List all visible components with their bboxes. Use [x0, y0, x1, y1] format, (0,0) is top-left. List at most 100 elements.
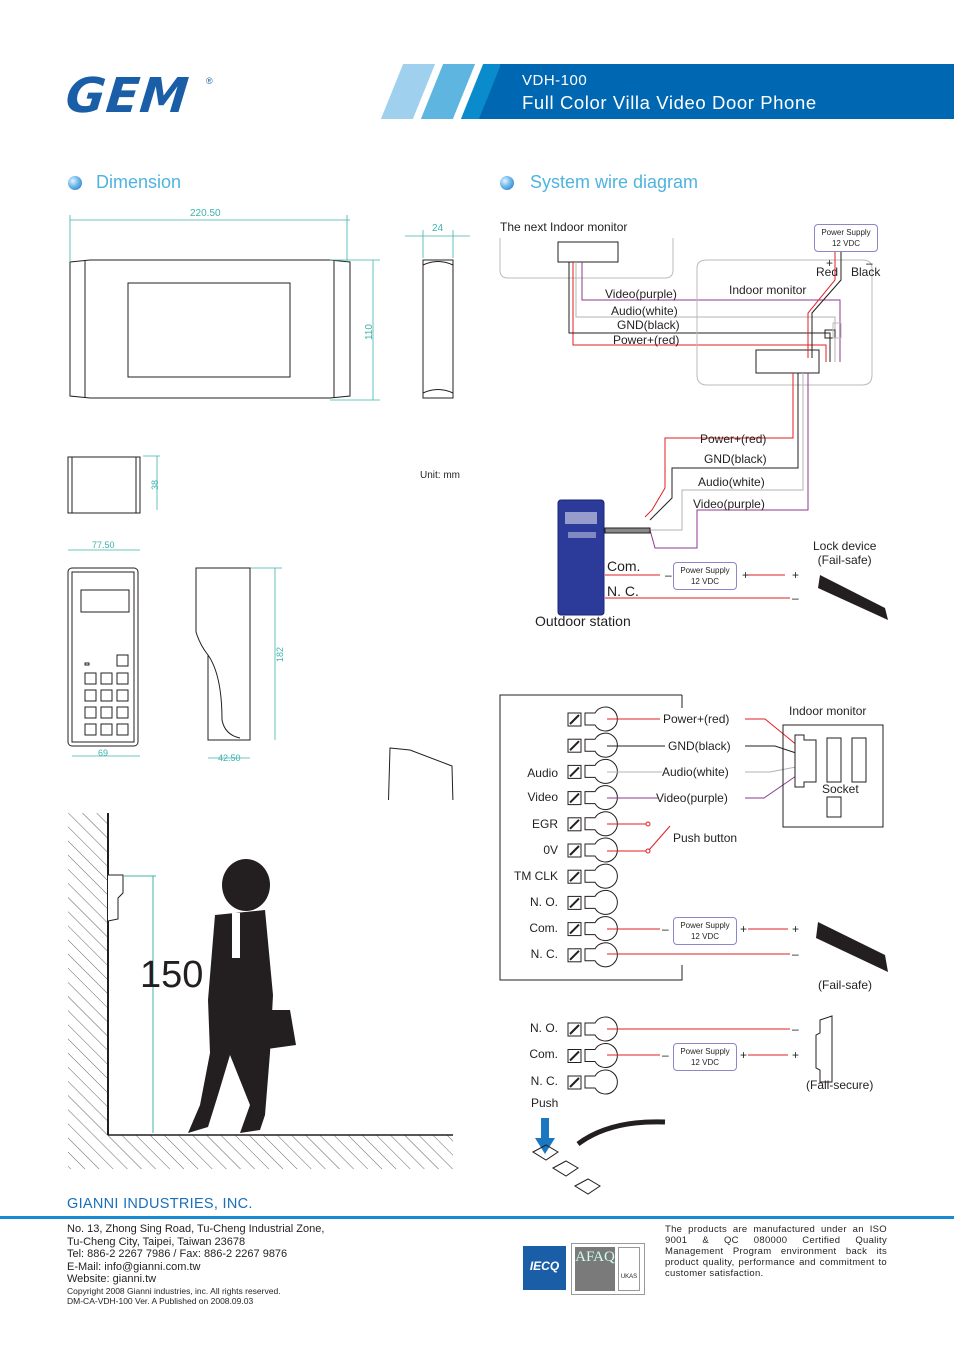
wire-label: Video(purple)	[656, 791, 728, 805]
lock-device-image	[818, 575, 888, 620]
wire-label: GND(black)	[704, 452, 767, 466]
svg-text:–: –	[665, 568, 672, 582]
gem-logo: GEM	[63, 68, 192, 124]
dim-outdoor-width-top: 77.50	[92, 540, 115, 550]
iecq-logo: IECQ	[523, 1246, 566, 1290]
dim-outdoor-height: 182	[275, 647, 285, 662]
outdoor-station-label: Outdoor station	[535, 613, 631, 629]
socket-label: Socket	[822, 782, 859, 796]
power-supply-box: Power Supply 12 VDC	[814, 224, 878, 252]
connector-block	[557, 241, 619, 263]
wire-label: GND(black)	[617, 318, 680, 332]
keypad-key	[84, 689, 97, 702]
wire-label: Audio(white)	[611, 304, 678, 318]
wire-label: Power+(red)	[663, 712, 730, 726]
wire-label: Audio(white)	[698, 475, 765, 489]
afaq-ukas-logo: AFAQ UKAS	[571, 1243, 645, 1295]
terminal-lug-icon	[584, 889, 618, 915]
svg-text:+: +	[792, 922, 799, 936]
iso-statement: The products are manufactured under an I…	[665, 1224, 887, 1279]
terminal-nc-label: N. C.	[607, 583, 639, 599]
terminal-lug-icon	[584, 732, 618, 758]
lock-device-image	[816, 922, 888, 972]
indoor-monitor-label: Indoor monitor	[729, 283, 807, 297]
keypad-key	[116, 672, 129, 685]
terminal-label: Video	[527, 790, 558, 804]
product-title: Full Color Villa Video Door Phone	[522, 92, 817, 113]
svg-text:–: –	[792, 1022, 799, 1036]
bullet-icon	[68, 176, 82, 190]
keypad-key	[100, 706, 113, 719]
copyright: Copyright 2008 Gianni industries, inc. A…	[67, 1285, 281, 1296]
company-address: No. 13, Zhong Sing Road, Tu-Cheng Indust…	[67, 1223, 325, 1306]
dim-outdoor-width-bottom: 69	[98, 748, 108, 758]
terminal-label: N. O.	[529, 1021, 558, 1035]
keypad-key	[100, 689, 113, 702]
next-indoor-monitor-label: The next Indoor monitor	[500, 220, 628, 234]
svg-text:–: –	[662, 922, 669, 936]
terminal-lug-icon	[584, 863, 618, 889]
keypad-key	[84, 706, 97, 719]
terminal-lug-icon	[584, 1069, 618, 1095]
footer-divider	[0, 1216, 954, 1219]
terminal-label: N. C.	[530, 947, 558, 961]
bullet-icon	[500, 176, 514, 190]
company-name: GIANNI INDUSTRIES, INC.	[67, 1196, 253, 1212]
unit-label: Unit: mm	[420, 470, 460, 481]
power-supply-box: Power Supply 12 VDC	[673, 1043, 737, 1071]
power-supply-box: Power Supply 12 VDC	[673, 562, 737, 590]
dimension-drawings: 220.50 110 24 38 Unit: mm 77.50 69 182 4…	[67, 208, 470, 800]
indoor-monitor-label: Indoor monitor	[789, 704, 867, 718]
terminal-label: Com.	[529, 921, 558, 935]
monitor-front-view	[69, 259, 351, 399]
registered-mark: ®	[206, 76, 213, 86]
dim-outdoor-depth: 42.50	[218, 753, 241, 763]
svg-text:–: –	[662, 1048, 669, 1062]
outdoor-front-view	[67, 567, 139, 747]
push-button-label: Push button	[673, 831, 738, 845]
dimension-lines	[69, 215, 470, 510]
wire-label: Video(purple)	[693, 497, 765, 511]
fail-secure-label: (Fail-secure)	[806, 1078, 874, 1092]
monitor-bottom-view	[67, 456, 141, 514]
terminal-label: EGR	[531, 817, 558, 831]
monitor-side-view	[422, 259, 454, 399]
terminal-label: Com.	[529, 1047, 558, 1061]
dim-monitor-width: 220.50	[190, 208, 221, 219]
wire-label: GND(black)	[668, 739, 731, 753]
wire-label: Power+(red)	[700, 432, 767, 446]
model-number: VDH-100	[522, 72, 588, 89]
terminal-lug-icon	[584, 758, 618, 784]
terminal-label: Audio	[527, 766, 558, 780]
svg-text:–: –	[792, 947, 799, 961]
wire-label: Power+(red)	[613, 333, 680, 347]
lock-device-label: Lock device (Fail-safe)	[813, 539, 877, 567]
keypad-key	[100, 723, 113, 736]
outdoor-side-view	[195, 567, 251, 741]
dim-monitor-height: 110	[364, 324, 375, 340]
wire-label: Audio(white)	[662, 765, 729, 779]
svg-text:+: +	[792, 568, 799, 582]
psu-black-label: Black	[851, 265, 881, 279]
keypad-grid	[84, 672, 129, 736]
svg-text:+: +	[740, 922, 747, 936]
terminal-com-label: Com.	[607, 558, 641, 574]
power-supply-box: Power Supply 12 VDC	[673, 917, 737, 945]
person-silhouette	[188, 859, 296, 1133]
dim-monitor-bottom-depth: 38	[150, 480, 160, 490]
keypad-key	[116, 723, 129, 736]
svg-text:+: +	[792, 1048, 799, 1062]
svg-text:+: +	[742, 568, 749, 582]
psu-red-label: Red	[816, 265, 839, 279]
push-label: Push	[531, 1096, 559, 1110]
publication-info: DM-CA-VDH-100 Ver. A Published on 2008.0…	[67, 1296, 254, 1306]
keypad-key	[100, 672, 113, 685]
outdoor-3d-view	[388, 747, 454, 800]
wall-floor-hatching: 150	[68, 813, 453, 1169]
keypad-key	[116, 689, 129, 702]
terminal-label: TM CLK	[513, 869, 558, 883]
keypad-key	[84, 672, 97, 685]
fail-safe-label: (Fail-safe)	[818, 978, 873, 992]
keypad-key	[84, 723, 97, 736]
section-title-wire-diagram: System wire diagram	[530, 172, 699, 192]
